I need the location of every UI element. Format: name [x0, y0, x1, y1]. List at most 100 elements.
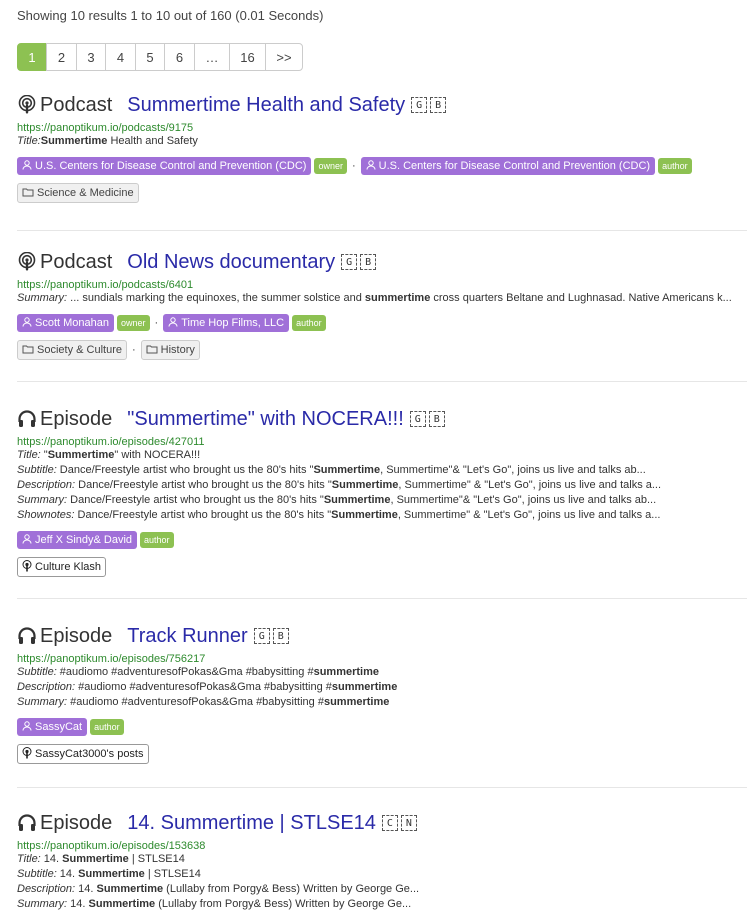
result-field: Description: #audiomo #adventuresofPokas…	[17, 680, 747, 695]
result-title-link[interactable]: 14. Summertime | STLSE14	[127, 812, 376, 835]
field-text: Dance/Freestyle artist who brought us th…	[75, 479, 332, 491]
field-text: 14.	[56, 868, 79, 880]
result-header: Podcast Summertime Health and Safety G B	[17, 93, 747, 117]
language-flag: G	[341, 254, 358, 270]
person-badge[interactable]: SassyCat	[17, 718, 88, 736]
result-url[interactable]: https://panoptikum.io/podcasts/6401	[17, 279, 747, 291]
person-name: U.S. Centers for Disease Control and Pre…	[378, 160, 651, 172]
result-field: Description: Dance/Freestyle artist who …	[17, 478, 747, 493]
language-flag: B	[428, 411, 445, 427]
result-divider	[17, 230, 747, 231]
field-label: Subtitle:	[17, 464, 57, 476]
separator-dot: ·	[154, 317, 159, 329]
people-row: SassyCat author	[17, 718, 747, 736]
user-icon	[168, 316, 181, 330]
result-type: Episode	[40, 811, 113, 834]
page-button-8[interactable]: 16	[229, 43, 266, 71]
result-url[interactable]: https://panoptikum.io/episodes/153638	[17, 840, 747, 852]
user-icon	[22, 316, 35, 330]
category-badge[interactable]: History	[140, 340, 200, 360]
headphones-icon	[17, 813, 37, 833]
highlight-term: Summertime	[78, 868, 145, 880]
podcast-badge[interactable]: Culture Klash	[17, 557, 107, 577]
field-text: , Summertime" & "Let's Go", joins us liv…	[397, 509, 661, 521]
person-badge[interactable]: U.S. Centers for Disease Control and Pre…	[17, 157, 312, 175]
highlight-term: summertime	[331, 681, 398, 693]
result-url[interactable]: https://panoptikum.io/podcasts/9175	[17, 122, 747, 134]
page-button-1[interactable]: 1	[17, 43, 47, 71]
user-icon	[22, 720, 35, 734]
result-field: Description: 14. Summertime (Lullaby fro…	[17, 882, 747, 897]
field-text: Dance/Freestyle artist who brought us th…	[56, 464, 314, 476]
result-title-link[interactable]: "Summertime" with NOCERA!!!	[127, 408, 403, 431]
field-text: ... sundials marking the equinoxes, the …	[67, 292, 365, 304]
result-field: Subtitle: Dance/Freestyle artist who bro…	[17, 463, 747, 478]
result-field: Summary: ... sundials marking the equino…	[17, 291, 747, 306]
podcast-small-icon	[22, 746, 35, 762]
page-button-7[interactable]: …	[194, 43, 230, 71]
person-name: Jeff X Sindy& David	[35, 534, 133, 546]
highlight-term: Summertime	[331, 479, 399, 491]
page-button-5[interactable]: 5	[135, 43, 165, 71]
highlight-term: summertime	[323, 696, 390, 708]
page-button-9[interactable]: >>	[265, 43, 303, 71]
result-type: Episode	[40, 407, 113, 430]
page-button-6[interactable]: 6	[164, 43, 195, 71]
field-text: cross quarters Beltane and Lughnasad. Na…	[430, 292, 732, 304]
field-text: 14.	[67, 898, 89, 910]
field-text: , Summertime"& "Let's Go", joins us live…	[390, 494, 657, 506]
podcast-name: SassyCat3000's posts	[35, 748, 144, 760]
result-type: Podcast	[40, 93, 113, 116]
highlight-term: Summertime	[313, 464, 381, 476]
field-label: Shownotes:	[17, 509, 75, 521]
field-text: | STLSE14	[144, 868, 201, 880]
page-button-4[interactable]: 4	[105, 43, 136, 71]
category-badge[interactable]: Society & Culture	[17, 340, 127, 360]
result-field: Subtitle: 14. Summertime | STLSE14	[17, 867, 747, 882]
page-button-3[interactable]: 3	[76, 43, 106, 71]
highlight-term: summertime	[364, 292, 431, 304]
pagination: 1 2 3 4 5 6… 16 >>	[17, 43, 303, 71]
language-flag: G	[409, 411, 426, 427]
result-title-link[interactable]: Summertime Health and Safety	[127, 94, 405, 117]
podcast-small-icon	[22, 559, 35, 575]
person-badge[interactable]: U.S. Centers for Disease Control and Pre…	[360, 157, 656, 175]
person-badge[interactable]: Time Hop Films, LLC	[163, 314, 290, 332]
podcast-icon	[17, 251, 37, 272]
result-divider	[17, 598, 747, 599]
result-header: Episode "Summertime" with NOCERA!!! G B	[17, 407, 747, 431]
category-badge[interactable]: Science & Medicine	[17, 183, 139, 203]
result-url[interactable]: https://panoptikum.io/episodes/756217	[17, 653, 747, 665]
field-text: #audiomo #adventuresofPokas&Gma #babysit…	[67, 696, 324, 708]
separator-dot: ·	[131, 344, 136, 356]
podcast-badge[interactable]: SassyCat3000's posts	[17, 744, 149, 764]
people-row: Scott Monahan owner · Time Hop Films, LLC au…	[17, 314, 747, 332]
field-text: | STLSE14	[128, 853, 185, 865]
person-name: U.S. Centers for Disease Control and Pre…	[35, 160, 307, 172]
language-flag: G	[411, 97, 428, 113]
result-header: Podcast Old News documentary G B	[17, 250, 747, 274]
person-badge[interactable]: Jeff X Sindy& David	[17, 531, 138, 549]
field-label: Subtitle:	[17, 868, 57, 880]
field-label: Title:	[17, 449, 41, 461]
category-label: Society & Culture	[37, 344, 122, 356]
result-title-link[interactable]: Track Runner	[127, 625, 247, 648]
search-result: Podcast Old News documentary G Bhttps://pan…	[17, 250, 747, 360]
result-url[interactable]: https://panoptikum.io/episodes/427011	[17, 436, 747, 448]
result-title-link[interactable]: Old News documentary	[127, 251, 335, 274]
person-badge[interactable]: Scott Monahan	[17, 314, 114, 332]
field-label: Description:	[17, 681, 76, 693]
field-label: Title:	[17, 135, 41, 147]
page-button-2[interactable]: 2	[46, 43, 77, 71]
field-label: Description:	[17, 883, 76, 895]
user-icon	[366, 159, 379, 173]
result-field: Title: "Summertime" with NOCERA!!!	[17, 448, 747, 463]
user-icon	[22, 533, 35, 547]
language-flag: N	[400, 815, 417, 831]
language-flag: B	[360, 254, 377, 270]
search-result: Episode "Summertime" with NOCERA!!! G Bhttp…	[17, 407, 747, 577]
field-label: Subtitle:	[17, 666, 57, 678]
people-row: U.S. Centers for Disease Control and Pre…	[17, 157, 747, 175]
result-divider	[17, 381, 747, 382]
person-name: SassyCat	[35, 721, 83, 733]
